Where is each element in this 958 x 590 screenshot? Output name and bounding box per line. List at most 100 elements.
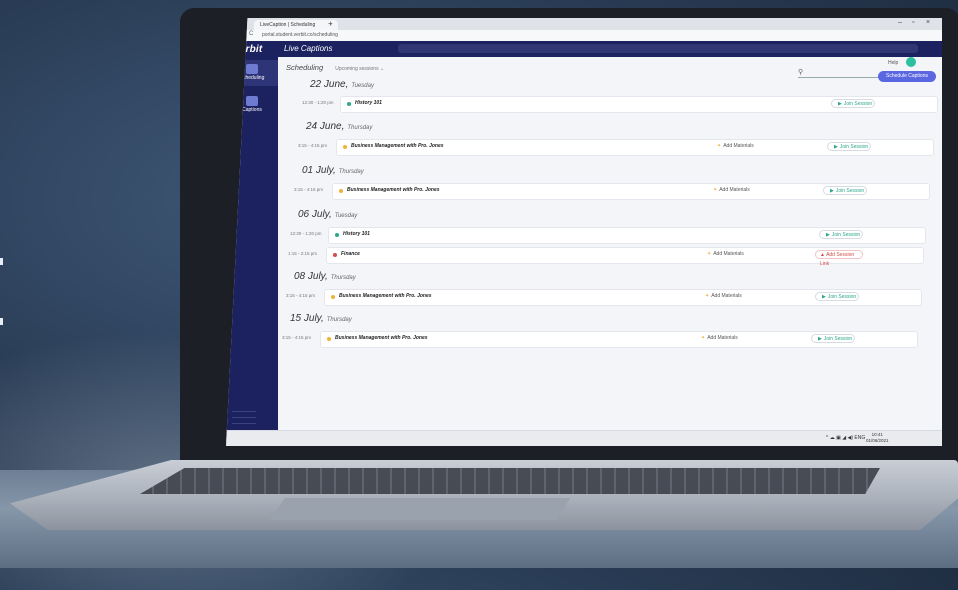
join-session-button[interactable]: ▶ Join Session: [815, 292, 859, 301]
join-session-label: Join Session: [831, 232, 861, 238]
captions-icon: [246, 96, 258, 106]
session-time: 12:30 - 1:20 pm: [290, 231, 322, 236]
course-name: Finance: [341, 251, 360, 257]
join-session-button[interactable]: ▶ Join Session: [831, 99, 875, 108]
session-time: 3:15 - 4:15 pm: [294, 187, 324, 192]
course-name: History 101: [355, 100, 382, 106]
video-icon: ▶: [838, 101, 842, 107]
course-name: Business Management with Pro. Jones: [351, 143, 444, 149]
sparkle-icon: ✦: [701, 335, 706, 341]
add-materials-link[interactable]: ✦ Add Materials: [717, 143, 754, 149]
os-taskbar: ^ ☁ ▣ ◢ ◀) ENG 10:41 01/06/2021: [226, 430, 942, 446]
edge-marker-1: [0, 258, 3, 265]
date-heading: 15 July, Thursday: [290, 313, 352, 324]
add-materials-link[interactable]: ✦ Add Materials: [707, 251, 744, 257]
join-session-label: Join Session: [839, 144, 869, 150]
window-maximize-button[interactable]: ▫: [912, 19, 914, 26]
date-heading: 01 July, Thursday: [302, 165, 364, 176]
add-materials-link[interactable]: ✦ Add Materials: [705, 293, 742, 299]
edge-marker-2: [0, 318, 3, 325]
status-dot: [333, 253, 337, 257]
video-icon: ▶: [822, 294, 826, 300]
add-materials-link[interactable]: ✦ Add Materials: [713, 187, 750, 193]
weekday-text: Thursday: [338, 169, 364, 175]
add-materials-label: Add Materials: [707, 335, 738, 341]
schedule-captions-button[interactable]: Schedule Captions: [878, 71, 936, 82]
new-tab-button[interactable]: +: [328, 19, 333, 28]
filter-dropdown[interactable]: Upcoming sessions ⌄: [335, 66, 384, 72]
url-field[interactable]: portal.student.verbit.co/scheduling: [262, 32, 338, 38]
date-heading-text: 08 July,: [294, 271, 328, 282]
weekday-text: Thursday: [347, 125, 373, 131]
table-row[interactable]: Business Management with Pro. Jones ✦ Add…: [320, 331, 918, 348]
video-icon: ▶: [834, 144, 838, 150]
taskbar-clock[interactable]: 10:41 01/06/2021: [866, 432, 889, 444]
date-heading-text: 22 June,: [310, 79, 349, 90]
app-title: Live Captions: [284, 44, 333, 53]
table-row[interactable]: Business Management with Pro. Jones ✦ Add…: [324, 289, 922, 306]
table-row[interactable]: History 101 ▶ Join Session: [328, 227, 926, 244]
search-input[interactable]: [798, 77, 878, 78]
add-session-link-button[interactable]: ▲ Add Session Link: [815, 250, 863, 267]
window-close-button[interactable]: ×: [926, 19, 930, 26]
reload-icon[interactable]: C: [249, 31, 253, 37]
status-dot: [327, 337, 331, 341]
sparkle-icon: ✦: [705, 293, 710, 299]
table-row[interactable]: Finance ✦ Add Materials ▲ Add Session Lin…: [326, 247, 924, 267]
add-materials-link[interactable]: ✦ Add Materials: [701, 335, 738, 341]
date-heading: 22 June, Tuesday: [310, 79, 374, 90]
date-heading: 24 June, Thursday: [306, 121, 372, 132]
join-session-button[interactable]: ▶ Join Session: [823, 186, 867, 195]
window-minimize-button[interactable]: –: [898, 19, 902, 26]
join-session-button[interactable]: ▶ Join Session: [811, 334, 855, 343]
app-top-bar: Live Captions: [278, 41, 942, 57]
sparkle-icon: ✦: [717, 143, 722, 149]
add-materials-label: Add Materials: [723, 143, 754, 149]
video-icon: ▶: [826, 232, 830, 238]
laptop-screen: LiveCaption | Scheduling× + – ▫ × ← → C …: [226, 18, 942, 446]
course-name: History 101: [343, 231, 370, 237]
date-heading-text: 15 July,: [290, 313, 324, 324]
status-dot: [347, 102, 351, 106]
sparkle-icon: ✦: [713, 187, 718, 193]
table-row[interactable]: History 101 ▶ Join Session: [340, 96, 938, 113]
course-name: Business Management with Pro. Jones: [347, 187, 440, 193]
add-materials-label: Add Materials: [711, 293, 742, 299]
table-row[interactable]: Business Management with Pro. Jones ✦ Add…: [336, 139, 934, 156]
browser-tab[interactable]: LiveCaption | Scheduling ×: [254, 20, 339, 30]
search-icon[interactable]: ⚲: [798, 68, 803, 76]
course-name: Business Management with Pro. Jones: [335, 335, 428, 341]
join-session-button[interactable]: ▶ Join Session: [819, 230, 863, 239]
join-session-label: Join Session: [823, 336, 853, 342]
scheduling-content: Scheduling Upcoming sessions ⌄ Help ⚲ Sc…: [278, 57, 942, 446]
browser-tab-title: LiveCaption | Scheduling: [260, 22, 316, 28]
session-time: 12:30 - 1:20 pm: [302, 100, 334, 105]
status-dot: [343, 145, 347, 149]
laptop-keyboard: [140, 468, 880, 494]
status-dot: [335, 233, 339, 237]
table-row[interactable]: Business Management with Pro. Jones ✦ Add…: [332, 183, 930, 200]
join-session-button[interactable]: ▶ Join Session: [827, 142, 871, 151]
sparkle-icon: ✦: [707, 251, 712, 257]
calendar-icon: [246, 64, 258, 74]
weekday-text: Tuesday: [334, 213, 358, 219]
date-heading: 08 July, Thursday: [294, 271, 356, 282]
session-time: 3:15 - 4:15 pm: [286, 293, 316, 298]
session-time: 3:15 - 4:15 pm: [298, 143, 328, 148]
add-session-link-label: Add Session Link: [820, 252, 855, 267]
sidebar-footer-line: [232, 423, 256, 424]
video-icon: ▶: [830, 188, 834, 194]
top-bar-field[interactable]: [398, 44, 918, 53]
add-materials-label: Add Materials: [713, 251, 744, 257]
weekday-text: Tuesday: [351, 83, 374, 89]
filter-dropdown-label: Upcoming sessions: [335, 66, 379, 72]
status-dot: [331, 295, 335, 299]
avatar[interactable]: [906, 57, 916, 67]
help-link[interactable]: Help: [888, 60, 898, 66]
clock-date: 01/06/2021: [866, 438, 889, 443]
weekday-text: Thursday: [330, 275, 356, 281]
status-dot: [339, 189, 343, 193]
system-tray[interactable]: ^ ☁ ▣ ◢ ◀) ENG: [826, 435, 865, 441]
add-materials-label: Add Materials: [719, 187, 750, 193]
session-time: 3:15 - 4:15 pm: [282, 335, 312, 340]
